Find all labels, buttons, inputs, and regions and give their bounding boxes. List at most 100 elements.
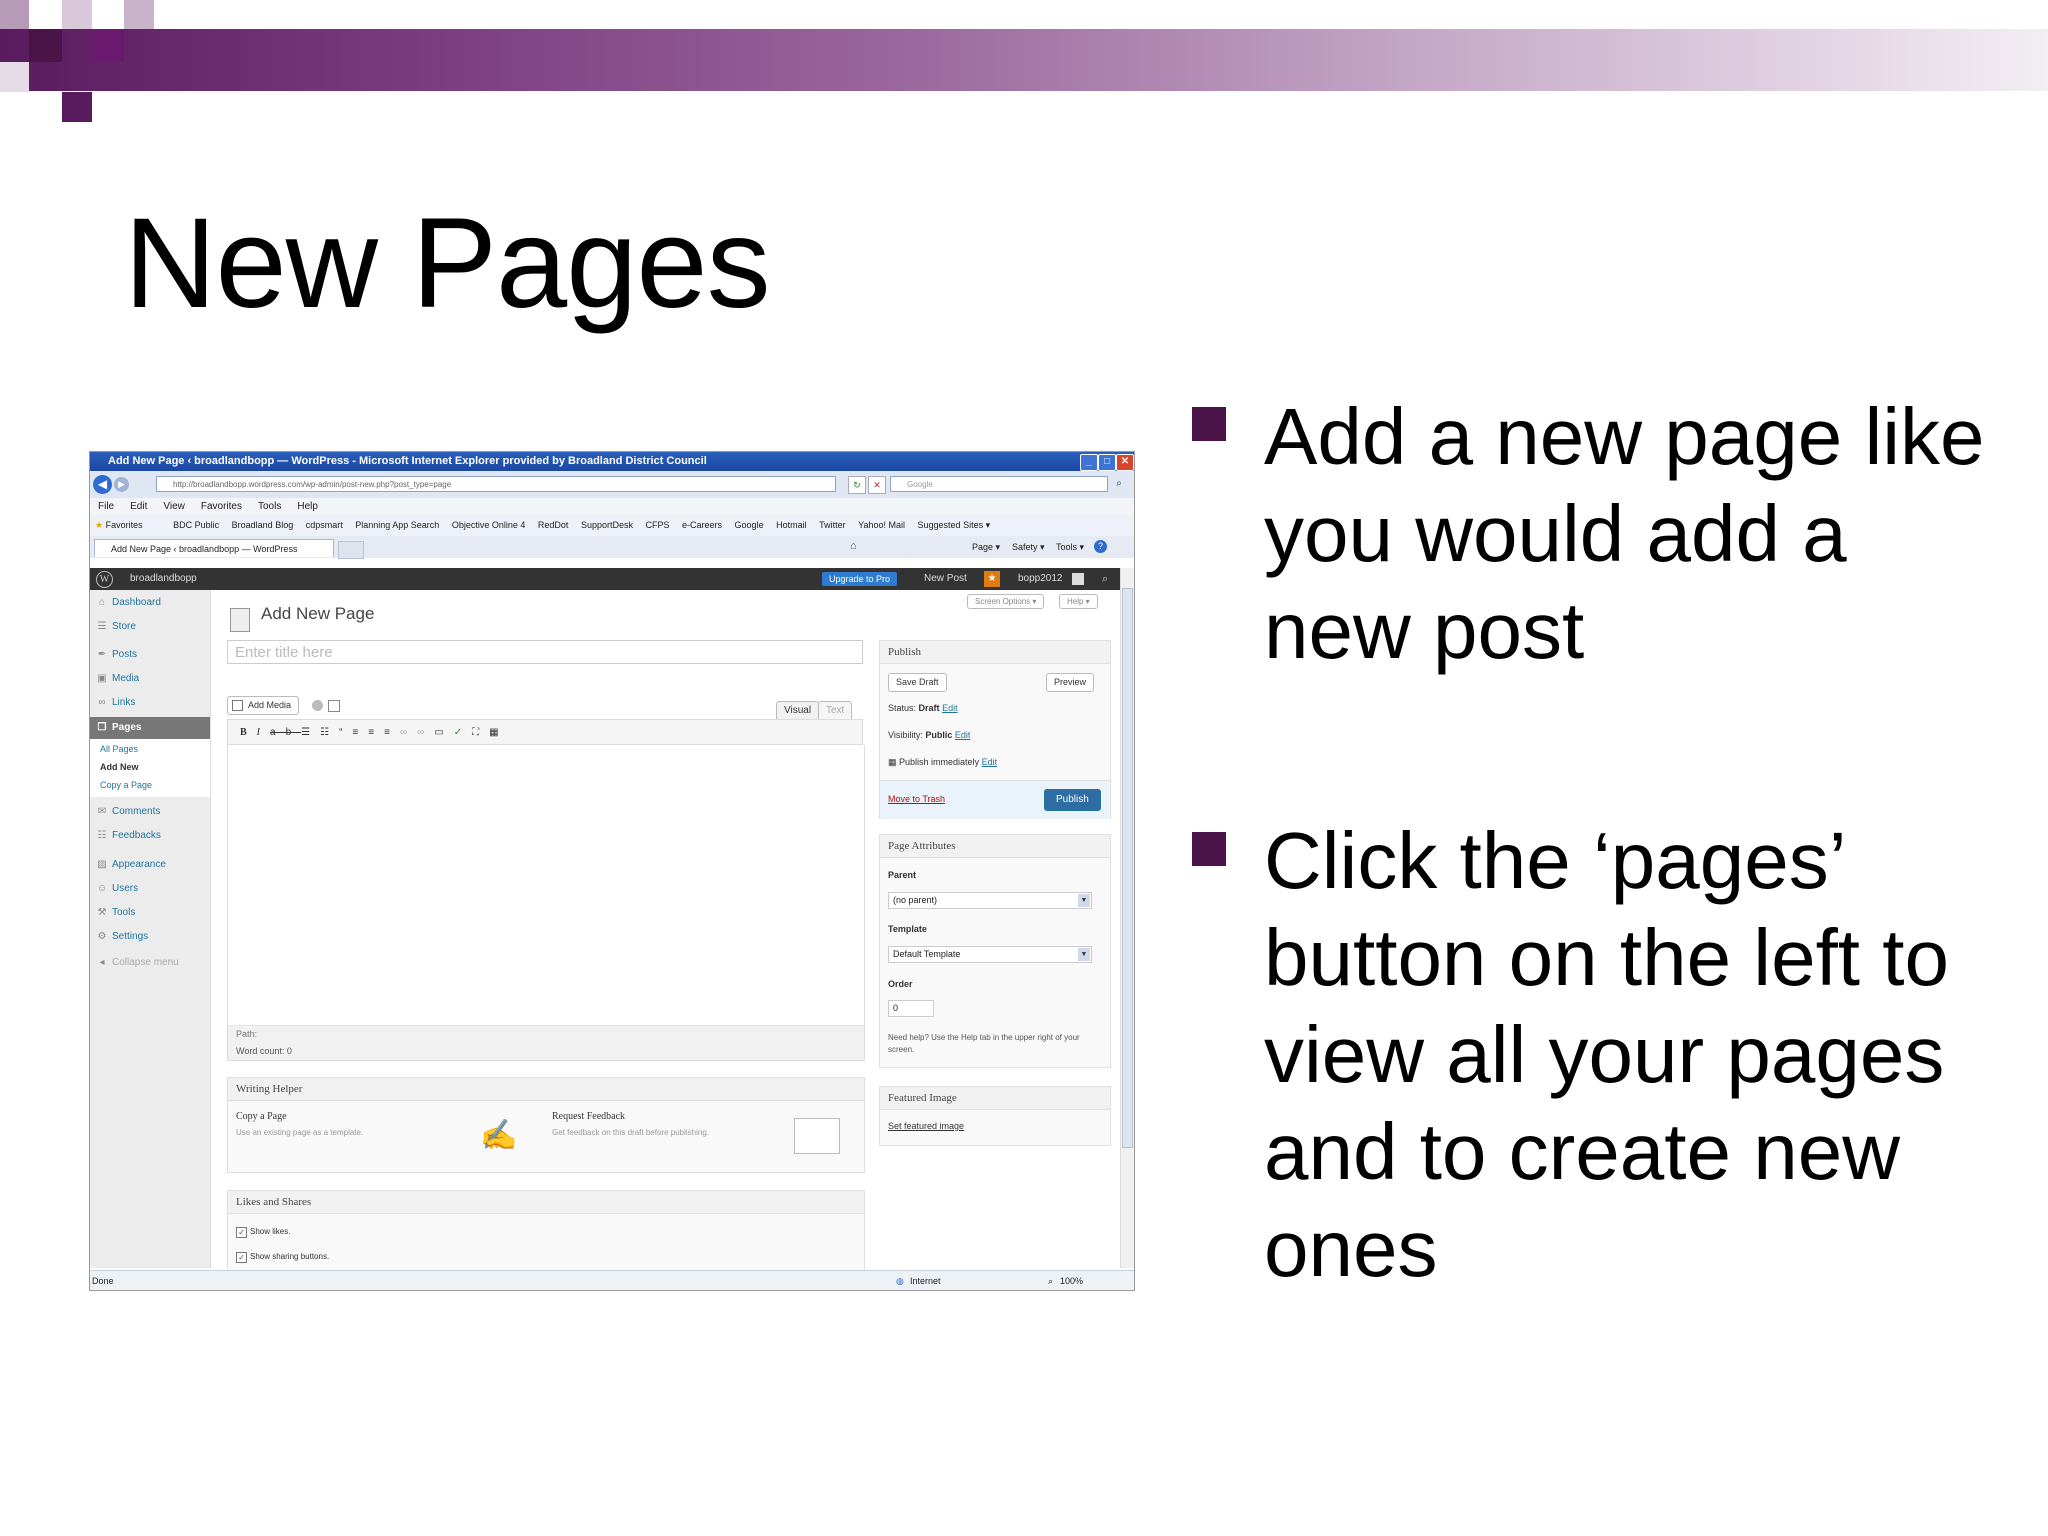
stop-icon[interactable]: ✕ [868,476,886,494]
link-icon[interactable]: ∞ [400,727,417,738]
poll-icon[interactable] [312,700,323,711]
favorites-button[interactable]: Favorites [106,520,143,530]
menu-favorites[interactable]: Favorites [201,501,242,512]
submenu-all-pages[interactable]: All Pages [100,744,138,754]
italic-icon[interactable]: I [257,727,270,738]
menu-tools[interactable]: Tools [258,501,281,512]
fullscreen-icon[interactable]: ⛶ [472,727,489,738]
new-post-link[interactable]: New Post [924,568,967,590]
sidebar-item-feedbacks[interactable]: ☷ Feedbacks [90,825,210,847]
site-name[interactable]: broadlandbopp [130,568,197,590]
address-field[interactable]: http://broadlandbopp.wordpress.com/wp-ad… [156,476,836,492]
sidebar-item-posts[interactable]: ✒ Posts [90,644,210,666]
forward-icon[interactable]: ▶ [114,477,129,492]
fav-link[interactable]: SupportDesk [581,520,633,530]
search-icon[interactable]: ⌕ [1102,568,1108,590]
save-draft-button[interactable]: Save Draft [888,673,947,692]
minimize-icon[interactable]: _ [1080,454,1098,471]
tab-text[interactable]: Text [818,701,853,720]
scroll-thumb[interactable] [1122,588,1133,1148]
search-field[interactable]: Google [890,476,1108,492]
edit-visibility-link[interactable]: Edit [955,730,971,740]
submenu-add-new[interactable]: Add New [100,762,139,772]
command-tools[interactable]: Tools ▾ [1056,542,1084,553]
kitchen-sink-icon[interactable]: ▦ [489,727,508,738]
edit-status-link[interactable]: Edit [942,703,958,713]
fav-link[interactable]: cdpsmart [306,520,343,530]
align-center-icon[interactable]: ≡ [368,727,384,738]
wordpress-logo-icon[interactable]: W [96,571,113,588]
sidebar-item-users[interactable]: ☺ Users [90,878,210,900]
sidebar-item-tools[interactable]: ⚒ Tools [90,902,210,924]
page-scrollbar[interactable] [1120,568,1134,1268]
copy-page-title[interactable]: Copy a Page [236,1111,287,1122]
fav-link[interactable]: Objective Online 4 [452,520,526,530]
menu-help[interactable]: Help [297,501,318,512]
user-name[interactable]: bopp2012 [1018,568,1063,590]
align-left-icon[interactable]: ≡ [352,727,368,738]
new-tab-button[interactable] [338,541,364,559]
screen-options-button[interactable]: Screen Options ▾ [967,594,1045,609]
align-right-icon[interactable]: ≡ [384,727,400,738]
command-safety[interactable]: Safety ▾ [1012,542,1045,553]
submenu-copy-page[interactable]: Copy a Page [100,780,152,790]
preview-button[interactable]: Preview [1046,673,1095,692]
parent-select[interactable]: (no parent) ▼ [888,892,1092,909]
publish-button[interactable]: Publish [1044,789,1101,811]
fav-link[interactable]: Broadland Blog [232,520,294,530]
form-icon[interactable] [328,700,340,712]
numbered-list-icon[interactable]: ☷ [320,727,339,738]
sidebar-item-media[interactable]: ▣ Media [90,668,210,690]
upgrade-button[interactable]: Upgrade to Pro [822,572,898,586]
close-icon[interactable]: ✕ [1116,454,1134,471]
menu-file[interactable]: File [98,501,114,512]
sidebar-item-appearance[interactable]: ▨ Appearance [90,854,210,876]
fav-link[interactable]: Hotmail [776,520,807,530]
collapse-menu[interactable]: ◂ Collapse menu [90,952,210,974]
edit-schedule-link[interactable]: Edit [982,757,998,767]
editor-body[interactable] [227,745,865,1026]
fav-link[interactable]: Planning App Search [355,520,439,530]
strikethrough-icon[interactable]: ab [270,727,301,738]
bullet-list-icon[interactable]: ☰ [301,727,320,738]
notification-star-icon[interactable]: ★ [984,571,1000,587]
bold-icon[interactable]: B [240,727,257,738]
blockquote-icon[interactable]: “ [339,727,352,738]
order-input[interactable]: 0 [888,1000,934,1017]
request-feedback-title[interactable]: Request Feedback [552,1111,625,1122]
help-icon[interactable]: ? [1094,540,1107,553]
move-to-trash-link[interactable]: Move to Trash [888,794,945,804]
back-icon[interactable]: ◀ [93,475,112,494]
show-sharing-checkbox[interactable]: ✓ [236,1252,247,1263]
zoom-level[interactable]: 100% [1060,1271,1083,1290]
set-featured-image-link[interactable]: Set featured image [888,1121,964,1131]
fav-link[interactable]: BDC Public [173,520,219,530]
fav-link[interactable]: CFPS [645,520,669,530]
spellcheck-icon[interactable]: ✓ [454,727,472,738]
show-likes-checkbox[interactable]: ✓ [236,1227,247,1238]
sidebar-item-comments[interactable]: ✉ Comments [90,801,210,823]
menu-view[interactable]: View [163,501,185,512]
sidebar-item-dashboard[interactable]: ⌂ Dashboard [90,592,210,614]
menu-edit[interactable]: Edit [130,501,147,512]
sidebar-item-settings[interactable]: ⚙ Settings [90,926,210,948]
sidebar-item-links[interactable]: ∞ Links [90,692,210,714]
fav-link[interactable]: Twitter [819,520,846,530]
fav-link[interactable]: Google [735,520,764,530]
refresh-icon[interactable]: ↻ [848,476,866,494]
star-icon[interactable]: ★ [95,520,103,530]
fav-link[interactable]: Yahoo! Mail [858,520,905,530]
zoom-icon[interactable]: ⌕ [1048,1271,1053,1290]
title-input[interactable]: Enter title here [227,640,863,664]
sidebar-item-store[interactable]: ☰ Store [90,616,210,638]
home-icon[interactable]: ⌂ [850,540,857,552]
fav-link[interactable]: e-Careers [682,520,722,530]
unlink-icon[interactable]: ∞ [417,727,434,738]
avatar[interactable] [1072,573,1084,585]
fav-link[interactable]: RedDot [538,520,569,530]
command-page[interactable]: Page ▾ [972,542,1000,553]
search-icon[interactable]: ⌕ [1110,476,1128,492]
maximize-icon[interactable]: □ [1098,454,1116,471]
help-button[interactable]: Help ▾ [1059,594,1098,609]
tab-visual[interactable]: Visual [776,701,820,720]
